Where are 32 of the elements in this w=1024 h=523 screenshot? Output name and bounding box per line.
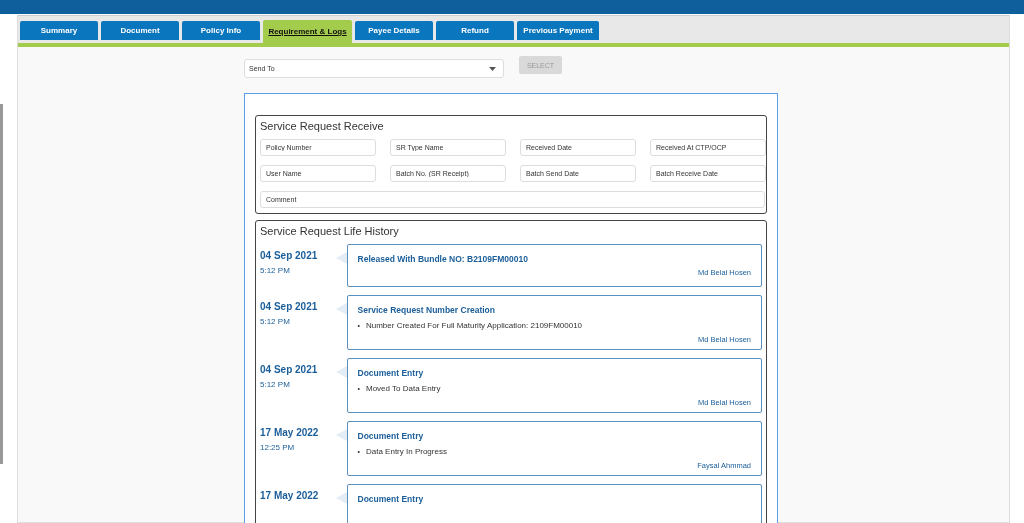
entry-time: 12:25 PM: [260, 443, 296, 452]
tab[interactable]: Summary: [20, 21, 98, 40]
pointer-icon: [335, 303, 347, 315]
entry-title: Document Entry: [357, 431, 425, 441]
tab[interactable]: Refund: [436, 21, 514, 40]
tab[interactable]: Payee Details: [355, 21, 433, 40]
entry-time: 5:12 PM: [260, 266, 291, 275]
tab[interactable]: Document: [101, 21, 179, 40]
entry-date: 17 May 2022: [260, 427, 320, 438]
entry-detail: Data Entry In Progress: [365, 446, 447, 457]
entry-detail: Number Created For Full Maturity Application: 2109FM00010: [365, 320, 583, 331]
entry-title: Document Entry: [357, 368, 425, 378]
entry-date: 04 Sep 2021: [260, 301, 319, 312]
entry-date: 17 May 2022: [260, 490, 320, 501]
entry-detail: Moved To Data Entry: [365, 383, 441, 394]
section-title: Service Request Receive: [260, 120, 385, 132]
entry-date: 04 Sep 2021: [260, 250, 319, 261]
entry-time: 5:12 PM: [260, 380, 291, 389]
pointer-icon: [335, 429, 347, 441]
tab[interactable]: Policy Info: [182, 21, 260, 40]
entry-time: 5:12 PM: [260, 317, 291, 326]
entry-title: Document Entry: [357, 494, 425, 504]
pointer-icon: [335, 492, 347, 504]
tab[interactable]: Requirement & Logs: [263, 20, 352, 43]
section-title: Service Request Life History: [260, 225, 400, 237]
tab[interactable]: Previous Payment: [517, 21, 599, 40]
entry-title: Service Request Number Creation: [357, 305, 496, 315]
pointer-icon: [335, 252, 347, 264]
entry-title: Released With Bundle NO: B2109FM00010: [357, 254, 529, 264]
caret-icon: [489, 67, 496, 71]
entry-date: 04 Sep 2021: [260, 364, 319, 375]
pointer-icon: [335, 366, 347, 378]
